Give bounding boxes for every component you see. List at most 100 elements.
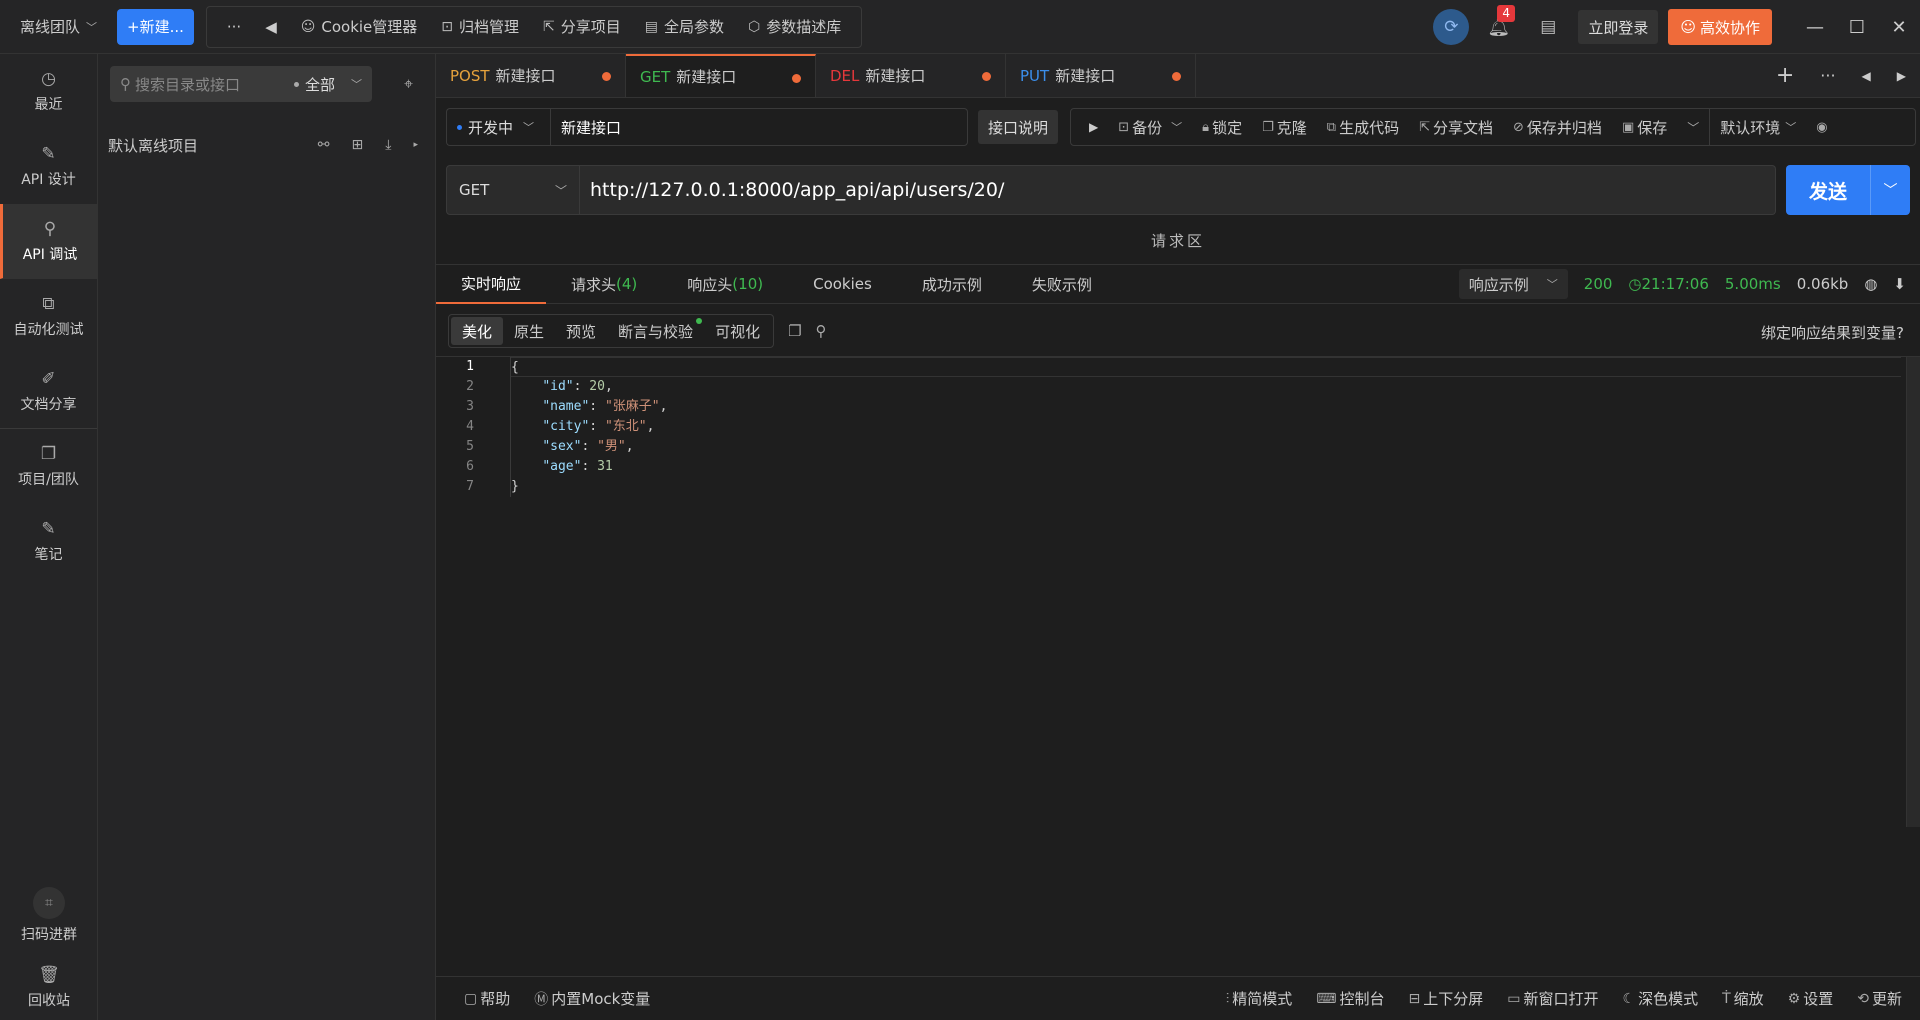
nav-item-recent[interactable]: ◷ 最近 (0, 54, 97, 129)
nav-item-api-debug[interactable]: ⚲ API 调试 (0, 204, 97, 279)
request-zone-label[interactable]: 请求区 (436, 230, 1920, 251)
nav-item-scan-group[interactable]: ⌗ 扫码进群 (0, 876, 98, 956)
locate-icon[interactable]: ⌖ (404, 74, 413, 94)
share-project-button[interactable]: ⇱ 分享项目 (531, 7, 633, 47)
clone-button[interactable]: ❐ 克隆 (1252, 117, 1317, 138)
nav-item-trash[interactable]: 🗑︎ 回收站 (0, 956, 98, 1020)
tab-response-headers[interactable]: 响应头 (10) (662, 264, 788, 304)
login-button[interactable]: 立即登录 (1578, 10, 1659, 44)
sync-icon[interactable]: ⟳ (1433, 9, 1470, 45)
nav-item-api-design[interactable]: ✎ API 设计 (0, 129, 97, 204)
project-row[interactable]: 默认离线项目 ⚯ ⊞ ⤓ ▸ (108, 130, 426, 160)
minimize-icon[interactable]: — (1794, 17, 1836, 38)
dark-mode-button[interactable]: ☾ 深色模式 (1611, 988, 1711, 1009)
import-icon[interactable]: ⤓ (385, 137, 391, 153)
new-window-button[interactable]: ▭ 新窗口打开 (1495, 988, 1610, 1009)
tab-preview[interactable]: 预览 (555, 317, 607, 345)
team-selector[interactable]: 离线团队 ﹀ (0, 0, 113, 53)
back-button[interactable]: ◀ (253, 7, 289, 47)
backup-button[interactable]: ⊡ 备份 ﹀ (1108, 117, 1192, 138)
tab-assert[interactable]: 断言与校验 (607, 317, 704, 345)
api-name-input[interactable]: 新建接口 (550, 108, 968, 146)
param-library-button[interactable]: ⬡ 参数描述库 (736, 7, 853, 47)
global-params-button[interactable]: ▤ 全局参数 (633, 7, 736, 47)
nav-bottom: ⌗ 扫码进群 🗑︎ 回收站 (0, 876, 98, 1020)
line-number: 7 (466, 479, 474, 494)
cookie-manager-button[interactable]: ☺ Cookie管理器 (289, 7, 430, 47)
share-doc-button[interactable]: ⇱ 分享文档 (1409, 117, 1503, 138)
tab-raw[interactable]: 原生 (503, 317, 555, 345)
tab-fail-example[interactable]: 失败示例 (1007, 264, 1117, 304)
notes-icon[interactable]: ▤ (1540, 17, 1556, 37)
search-icon[interactable]: ⚲ (816, 322, 827, 340)
tab-bar-actions: + ··· ◀ ▶ (1776, 54, 1920, 97)
archive-icon: ⊡ (441, 18, 454, 35)
globe-icon[interactable]: ◍ (1864, 275, 1877, 293)
add-tab-icon[interactable]: + (1776, 63, 1794, 88)
tab-next-icon[interactable]: ▶ (1897, 69, 1906, 83)
nav-item-auto-test[interactable]: ⧉ 自动化测试 (0, 279, 97, 354)
archive-manager-button[interactable]: ⊡ 归档管理 (429, 7, 531, 47)
bind-variable-link[interactable]: 绑定响应结果到变量? (1761, 322, 1904, 343)
tab-del[interactable]: DEL 新建接口 (816, 54, 1006, 97)
tab-put[interactable]: PUT 新建接口 (1006, 54, 1196, 97)
send-button[interactable]: 发送 ﹀ (1786, 165, 1910, 215)
response-example-select[interactable]: 响应示例 ﹀ (1458, 269, 1568, 299)
copy-icon[interactable]: ❐ (788, 322, 801, 340)
mock-vars-button[interactable]: Ⓜ 内置Mock变量 (522, 988, 662, 1009)
tab-beautify[interactable]: 美化 (451, 317, 504, 345)
tab-success-example[interactable]: 成功示例 (897, 264, 1007, 304)
tab-post[interactable]: POST 新建接口 (436, 54, 626, 97)
example-label: 响应示例 (1468, 275, 1529, 294)
help-button[interactable]: ▢ 帮助 (436, 988, 522, 1009)
more-button[interactable]: ··· (215, 7, 253, 47)
more-tabs-icon[interactable]: ··· (1820, 66, 1835, 85)
url-input[interactable]: http://127.0.0.1:8000/app_api/api/users/… (580, 165, 1776, 215)
tab-prev-icon[interactable]: ◀ (1862, 69, 1871, 83)
env-select[interactable]: 默认环境 ﹀ (1709, 108, 1806, 146)
method-select[interactable]: GET ﹀ (446, 165, 580, 215)
env-view-button[interactable]: ◉ (1806, 120, 1837, 135)
gen-code-button[interactable]: ⧉ 生成代码 (1317, 117, 1409, 138)
download-icon[interactable]: ⬇ (1893, 275, 1906, 293)
nav-item-doc-share[interactable]: ✐ 文档分享 (0, 354, 97, 429)
api-desc-button[interactable]: 接口说明 (978, 110, 1059, 144)
collab-button[interactable]: ☺ 高效协作 (1668, 9, 1772, 45)
backup-icon: ⊡ (1118, 119, 1130, 135)
nav-item-notes[interactable]: ✎ 笔记 (0, 504, 97, 579)
expand-arrow-icon[interactable]: ▸ (413, 137, 418, 153)
tab-realtime-response[interactable]: 实时响应 (436, 264, 547, 304)
save-menu-button[interactable]: ﹀ (1677, 119, 1709, 136)
save-archive-button[interactable]: ⊘ 保存并归档 (1503, 117, 1612, 138)
response-body-editor[interactable]: 1 2 3 4 5 6 7 { "id": 20, "name": "张麻子",… (436, 356, 1920, 936)
search-input[interactable]: ⚲ 搜索目录或接口 全部 ﹀ (110, 66, 372, 102)
update-button[interactable]: ⟲ 更新 (1845, 988, 1914, 1009)
maximize-icon[interactable]: ☐ (1836, 17, 1878, 38)
settings-button[interactable]: ⚙ 设置 (1776, 988, 1846, 1009)
value-sex: "男" (597, 439, 626, 454)
filter-select[interactable]: 全部 ﹀ (293, 74, 362, 95)
tab-get[interactable]: GET 新建接口 (626, 54, 816, 97)
run-button[interactable]: ▶ (1079, 120, 1108, 134)
filter-label: 全部 (304, 75, 335, 94)
nav-item-project-team[interactable]: ❐ 项目/团队 (0, 429, 97, 504)
lock-button[interactable]: 🔒︎ 锁定 (1192, 117, 1252, 138)
status-select[interactable]: 开发中 ﹀ (446, 108, 550, 146)
zoom-button[interactable]: Ṫ 缩放 (1710, 988, 1776, 1009)
tab-request-headers[interactable]: 请求头 (4) (546, 264, 662, 304)
close-icon[interactable]: ✕ (1878, 17, 1920, 38)
send-menu-chevron-icon[interactable]: ﹀ (1870, 165, 1910, 215)
tab-visualize[interactable]: 可视化 (704, 317, 771, 345)
add-api-icon[interactable]: ⚯ (318, 137, 330, 153)
simple-mode-button[interactable]: ⫶ 精简模式 (1214, 988, 1305, 1009)
notification-button[interactable]: 🔔︎ 4 (1487, 4, 1516, 38)
new-button[interactable]: +新建... (117, 8, 194, 45)
status-footer: ▢ 帮助 Ⓜ 内置Mock变量 ⫶ 精简模式 ⌨ 控制台 ⊟ 上下分屏 ▭ 新窗口打开 ☾ 深… (436, 976, 1920, 1020)
editor-scrollbar[interactable] (1906, 357, 1920, 827)
add-folder-icon[interactable]: ⊞ (352, 137, 364, 153)
split-button[interactable]: ⊟ 上下分屏 (1397, 988, 1496, 1009)
tab-cookies[interactable]: Cookies (788, 264, 897, 304)
console-button[interactable]: ⌨ 控制台 (1304, 988, 1396, 1009)
user-icon: ☺ (1680, 18, 1696, 36)
save-button[interactable]: ▣ 保存 (1612, 117, 1677, 138)
